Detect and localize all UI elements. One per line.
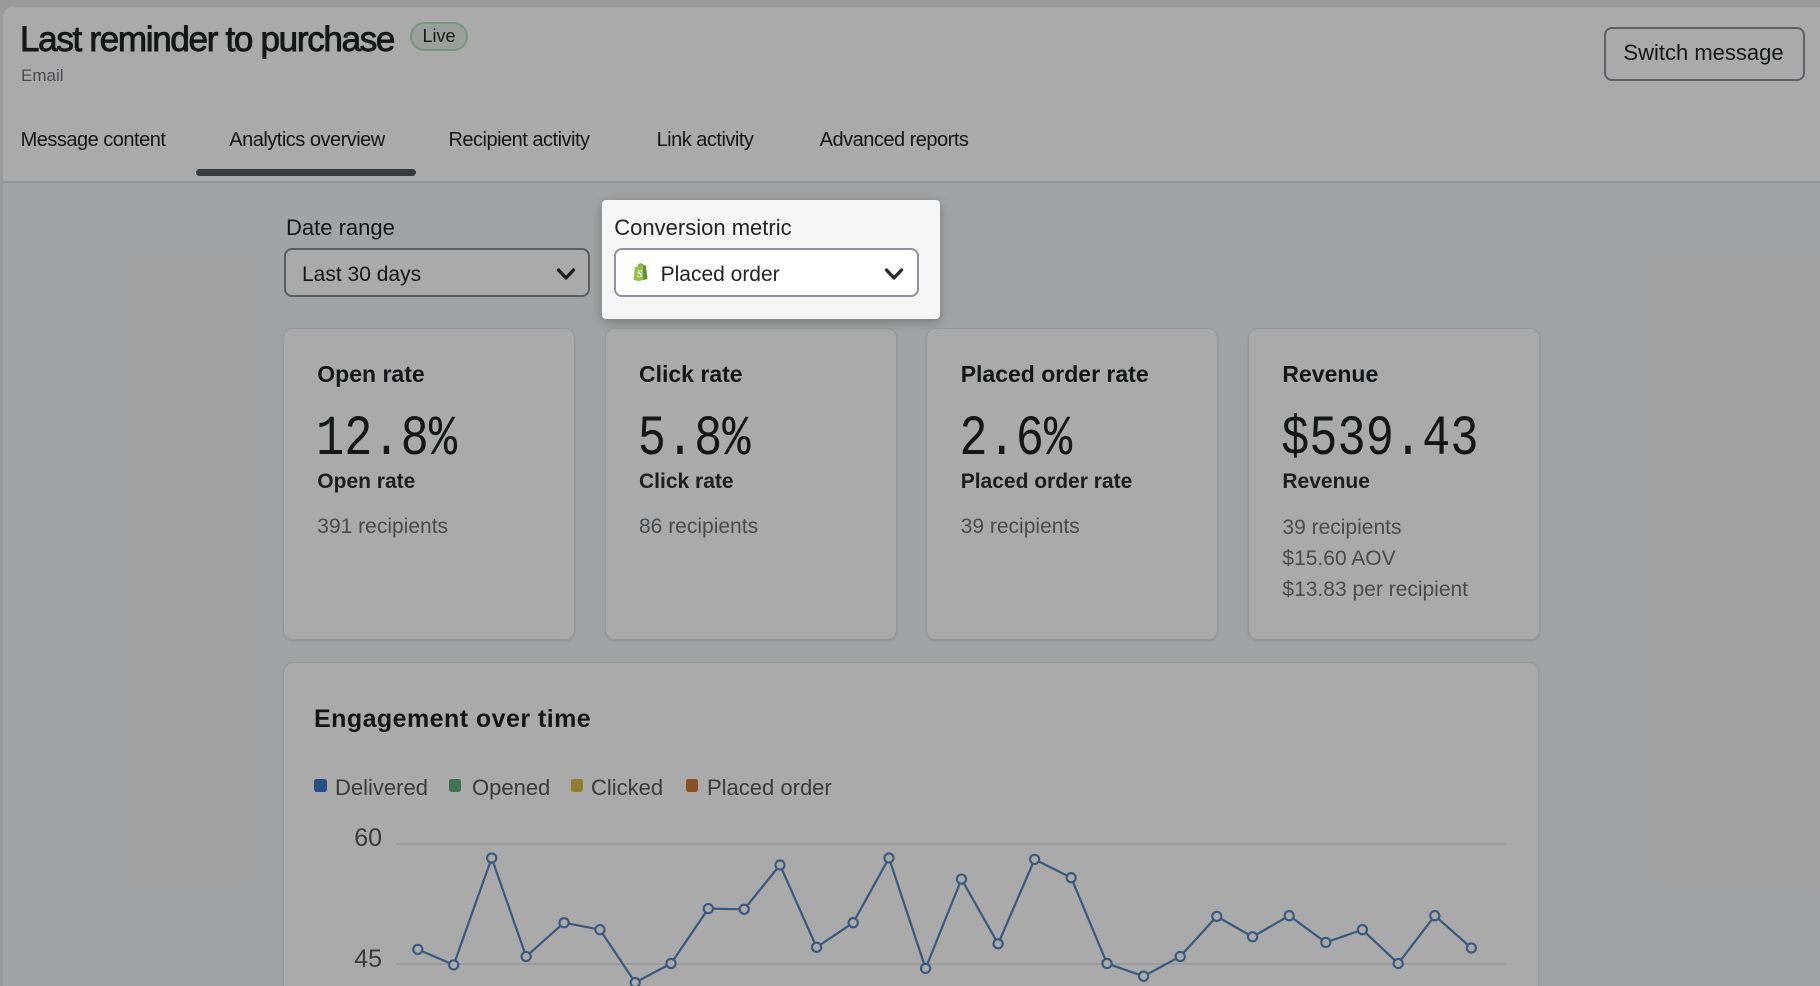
- svg-text:S: S: [636, 269, 643, 280]
